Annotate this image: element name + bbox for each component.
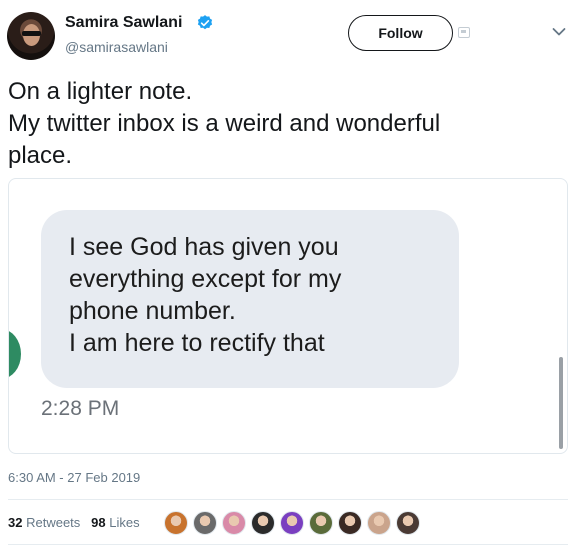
likes-label: Likes xyxy=(109,515,140,530)
tweet-text-line: place. xyxy=(8,142,73,169)
message-bubble: I see God has given you everything excep… xyxy=(41,210,459,388)
tweet-stats: 32 Retweets 98 Likes xyxy=(8,515,140,530)
person-avatar[interactable] xyxy=(193,511,217,535)
tweet-text-line: My twitter inbox is a weird and wonderfu… xyxy=(8,110,441,137)
person-avatar[interactable] xyxy=(367,511,391,535)
likes-count: 98 xyxy=(91,515,106,530)
message-line: everything except for my xyxy=(69,265,342,293)
follow-options-icon[interactable] xyxy=(458,27,470,38)
avatar-sunglasses xyxy=(22,31,41,36)
retweets-count: 32 xyxy=(8,515,23,530)
follow-button[interactable]: Follow xyxy=(348,15,453,51)
person-avatar[interactable] xyxy=(338,511,362,535)
tweet-text-line: On a lighter note. xyxy=(8,78,193,105)
tweet-timestamp[interactable]: 6:30 AM - 27 Feb 2019 xyxy=(8,470,140,485)
message-line: I see God has given you xyxy=(69,233,339,261)
message-time: 2:28 PM xyxy=(41,397,120,420)
purple-avatar[interactable] xyxy=(280,511,304,535)
chevron-down-icon[interactable] xyxy=(552,27,566,37)
divider xyxy=(8,544,568,545)
person-avatar[interactable] xyxy=(251,511,275,535)
author-handle[interactable]: @samirasawlani xyxy=(65,39,168,55)
retweets-link[interactable]: 32 Retweets xyxy=(8,515,80,530)
retweets-label: Retweets xyxy=(26,515,81,530)
author-name[interactable]: Samira Sawlani xyxy=(65,14,182,32)
message-line: phone number. xyxy=(69,297,236,325)
tweet-media-image[interactable]: I see God has given you everything excep… xyxy=(8,178,568,454)
liker-avatars xyxy=(164,511,425,535)
person-avatar[interactable] xyxy=(309,511,333,535)
verified-badge-icon xyxy=(197,15,213,30)
likes-link[interactable]: 98 Likes xyxy=(91,515,139,530)
pink-person-avatar[interactable] xyxy=(222,511,246,535)
scrollbar[interactable] xyxy=(559,357,563,449)
author-avatar[interactable] xyxy=(7,12,55,60)
message-line: I am here to rectify that xyxy=(69,329,325,357)
divider xyxy=(8,499,568,500)
tweet-text: On a lighter note. My twitter inbox is a… xyxy=(8,76,548,172)
africa-map-avatar[interactable] xyxy=(164,511,188,535)
person-avatar[interactable] xyxy=(396,511,420,535)
contact-avatar-partial xyxy=(9,329,21,379)
